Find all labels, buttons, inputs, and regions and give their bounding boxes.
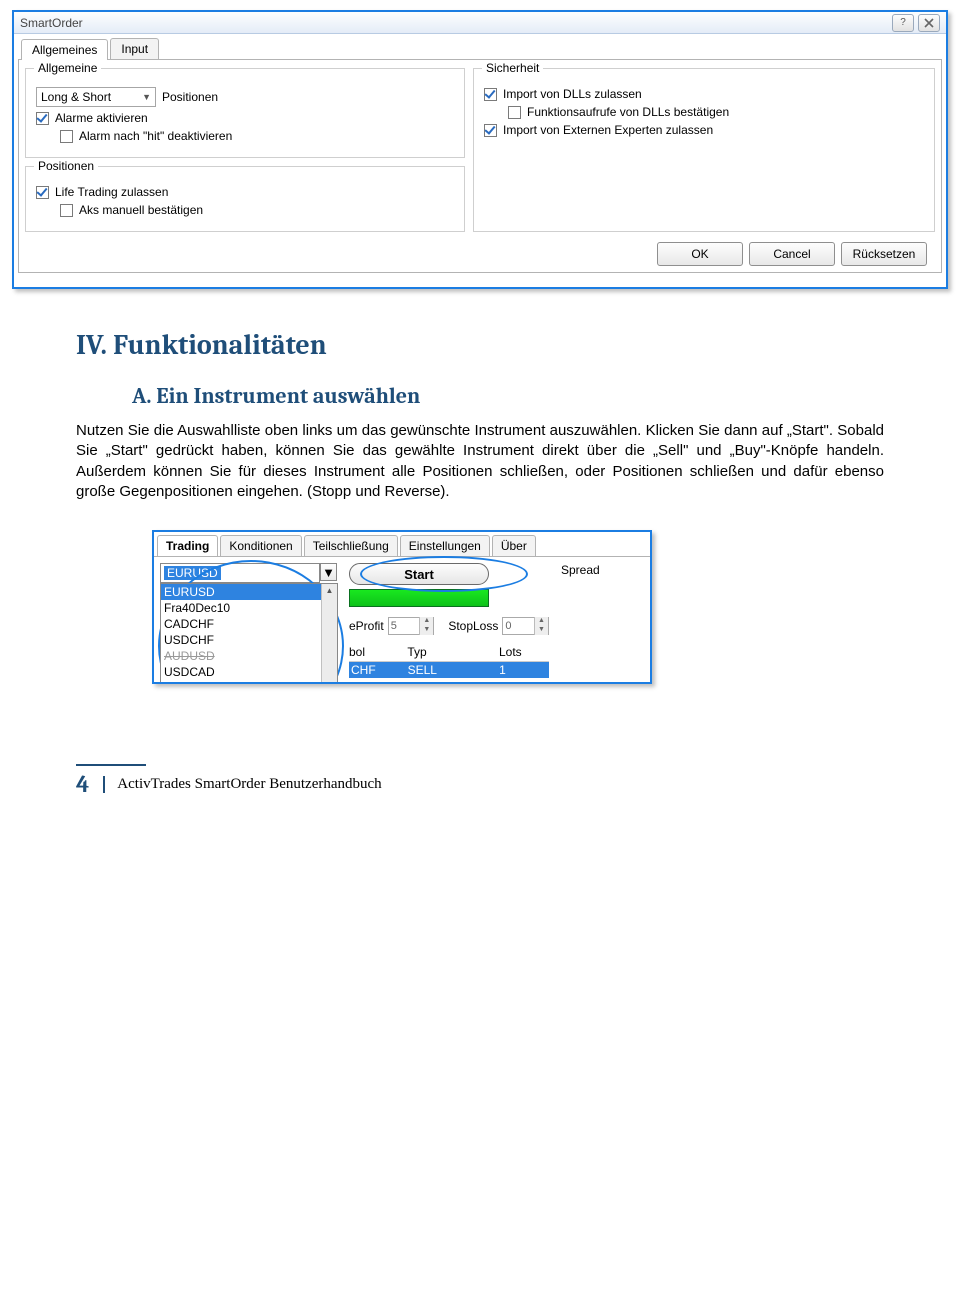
combo-suffix-label: Positionen — [162, 90, 218, 104]
table-header: bol Typ Lots — [349, 643, 549, 662]
start-button[interactable]: Start — [349, 563, 489, 585]
dll-confirm-checkbox-label: Funktionsaufrufe von DLLs bestätigen — [527, 105, 729, 119]
tab-ueber[interactable]: Über — [492, 535, 536, 556]
cell-lots: 1 — [499, 663, 549, 677]
life-trading-checkbox[interactable] — [36, 186, 49, 199]
alarm-checkbox[interactable] — [36, 112, 49, 125]
chevron-down-icon[interactable]: ▼ — [320, 563, 337, 581]
dll-confirm-checkbox[interactable] — [508, 106, 521, 119]
alarm-checkbox-label: Alarme aktivieren — [55, 111, 148, 125]
dropdown-option[interactable]: AUDUSD — [161, 648, 337, 664]
window-title: SmartOrder — [20, 16, 83, 30]
aks-manual-checkbox[interactable] — [60, 204, 73, 217]
cell-symbol: CHF — [349, 663, 408, 677]
dropdown-option[interactable]: Fra40Dec10 — [161, 600, 337, 616]
takeprofit-label: eProfit — [349, 619, 384, 633]
takeprofit-value: 5 — [389, 620, 420, 632]
spin-down-icon[interactable]: ▼ — [534, 626, 548, 635]
import-dll-checkbox[interactable] — [484, 88, 497, 101]
scrollbar[interactable]: ▲▼ — [321, 584, 337, 684]
stoploss-label: StopLoss — [448, 619, 498, 633]
col-symbol: bol — [349, 645, 407, 659]
tab-trading[interactable]: Trading — [157, 535, 218, 556]
tabstrip: Allgemeines Input — [18, 38, 942, 60]
tab-allgemeines[interactable]: Allgemeines — [21, 39, 108, 60]
status-bar — [349, 589, 489, 607]
dropdown-list[interactable]: EURUSD Fra40Dec10 CADCHF USDCHF AUDUSD U… — [160, 583, 338, 684]
position-mode-combo[interactable]: Long & Short ▼ — [36, 87, 156, 107]
alarm-hit-checkbox-label: Alarm nach "hit" deaktivieren — [79, 129, 232, 143]
ok-button[interactable]: OK — [657, 242, 743, 266]
group-positionen-legend: Positionen — [34, 159, 98, 173]
tab-einstellungen[interactable]: Einstellungen — [400, 535, 490, 556]
spin-up-icon[interactable]: ▲ — [419, 617, 433, 626]
dropdown-option[interactable]: USDCAD — [161, 664, 337, 680]
footer-text: ActivTrades SmartOrder Benutzerhandbuch — [103, 776, 381, 793]
dropdown-option[interactable]: USDJPY — [161, 680, 337, 684]
cell-typ: SELL — [408, 663, 500, 677]
import-extern-checkbox-label: Import von Externen Experten zulassen — [503, 123, 713, 137]
tab-konditionen[interactable]: Konditionen — [220, 535, 301, 556]
dropdown-option[interactable]: USDCHF — [161, 632, 337, 648]
heading-a: A. Ein Instrument auswählen — [132, 383, 884, 409]
import-extern-checkbox[interactable] — [484, 124, 497, 137]
spin-up-icon[interactable]: ▲ — [534, 617, 548, 626]
col-lots: Lots — [499, 645, 549, 659]
spread-label: Spread — [561, 563, 600, 577]
chevron-down-icon: ▼ — [142, 92, 151, 102]
tab-input[interactable]: Input — [110, 38, 159, 59]
reset-button[interactable]: Rücksetzen — [841, 242, 927, 266]
spin-down-icon[interactable]: ▼ — [419, 626, 433, 635]
group-positionen: Positionen Life Trading zulassen Aks man… — [25, 166, 465, 232]
heading-iv: IV. Funktionalitäten — [76, 329, 884, 361]
table-row[interactable]: CHF SELL 1 — [349, 662, 549, 678]
instrument-dropdown[interactable]: EURUSD ▼ EURUSD Fra40Dec10 CADCHF USDCHF… — [160, 563, 337, 583]
group-sicherheit: Sicherheit Import von DLLs zulassen Funk… — [473, 68, 935, 232]
life-trading-checkbox-label: Life Trading zulassen — [55, 185, 168, 199]
close-button[interactable] — [918, 14, 940, 32]
col-typ: Typ — [407, 645, 499, 659]
dropdown-option[interactable]: CADCHF — [161, 616, 337, 632]
stoploss-value: 0 — [503, 620, 534, 632]
settings-dialog: SmartOrder ? Allgemeines Input Allgemein… — [12, 10, 948, 289]
stoploss-input[interactable]: 0 ▲▼ — [502, 617, 549, 635]
window-titlebar[interactable]: SmartOrder ? — [14, 12, 946, 34]
alarm-hit-checkbox[interactable] — [60, 130, 73, 143]
tab-teilschliessung[interactable]: Teilschließung — [304, 535, 398, 556]
body-paragraph: Nutzen Sie die Auswahlliste oben links u… — [76, 421, 884, 502]
dropdown-selected: EURUSD — [164, 566, 221, 580]
cancel-button[interactable]: Cancel — [749, 242, 835, 266]
import-dll-checkbox-label: Import von DLLs zulassen — [503, 87, 642, 101]
takeprofit-input[interactable]: 5 ▲▼ — [388, 617, 435, 635]
footer-rule — [76, 764, 146, 766]
group-allgemeine-legend: Allgemeine — [34, 61, 101, 75]
page-footer: 4 ActivTrades SmartOrder Benutzerhandbuc… — [0, 764, 960, 818]
page-number: 4 — [76, 770, 89, 798]
combo-value: Long & Short — [41, 90, 111, 104]
dropdown-option[interactable]: EURUSD — [161, 584, 337, 600]
group-allgemeine: Allgemeine Long & Short ▼ Positionen Ala… — [25, 68, 465, 158]
trading-panel: Trading Konditionen Teilschließung Einst… — [152, 530, 652, 684]
aks-manual-checkbox-label: Aks manuell bestätigen — [79, 203, 203, 217]
help-button[interactable]: ? — [892, 14, 914, 32]
group-sicherheit-legend: Sicherheit — [482, 61, 543, 75]
